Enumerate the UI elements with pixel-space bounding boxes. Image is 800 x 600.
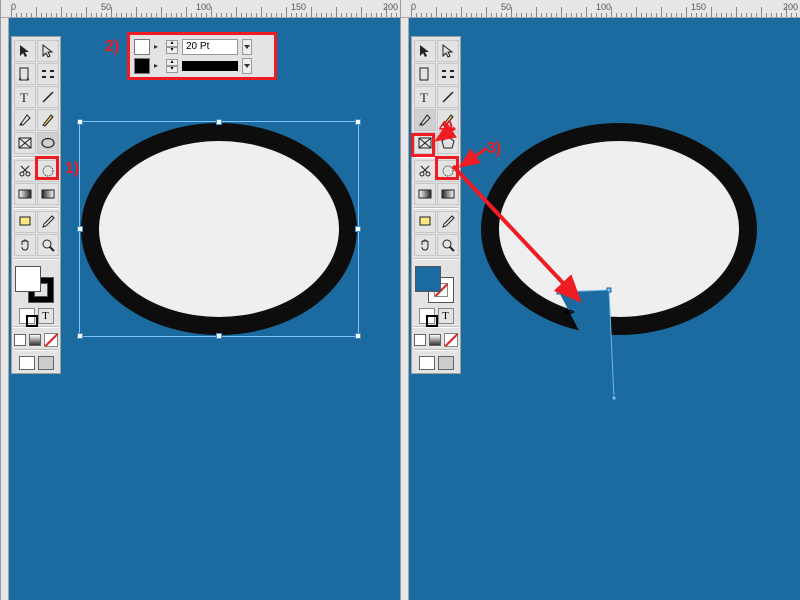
gap-tool[interactable] xyxy=(437,63,459,85)
ruler-horizontal: 0 50 100 150 200 xyxy=(1,0,400,18)
type-tool[interactable]: T xyxy=(414,86,436,108)
selection-tool[interactable] xyxy=(14,40,36,62)
type-tool[interactable]: T xyxy=(14,86,36,108)
zoom-tool[interactable] xyxy=(37,234,59,256)
page-tool[interactable] xyxy=(14,63,36,85)
eyedropper-tool[interactable] xyxy=(437,211,459,233)
pen-tool[interactable] xyxy=(14,109,36,131)
stroke-weight-input[interactable]: 20 Pt xyxy=(182,39,238,55)
ellipse-tool[interactable] xyxy=(37,132,59,154)
tools-panel: T xyxy=(11,36,61,374)
apply-color-icon[interactable] xyxy=(14,334,26,346)
apply-gradient-icon[interactable] xyxy=(29,334,41,346)
anchor-point[interactable] xyxy=(557,290,562,295)
pen-cursor-icon: ✒ xyxy=(564,304,576,321)
anchor-point[interactable] xyxy=(612,396,617,401)
document-canvas[interactable] xyxy=(9,18,400,600)
stroke-fill-options-panel: ▸ ▴▾ 20 Pt ▸ ▴▾ xyxy=(129,34,275,78)
stroke-style-dropdown[interactable] xyxy=(242,58,252,74)
view-mode-normal-icon[interactable] xyxy=(419,356,435,370)
panel-stroke-swatch[interactable] xyxy=(134,58,150,74)
zoom-tool[interactable] xyxy=(437,234,459,256)
fill-stroke-swatch[interactable] xyxy=(414,265,458,305)
svg-text:T: T xyxy=(20,90,28,105)
document-canvas[interactable]: ✒ xyxy=(409,18,800,600)
stroke-style-stepper[interactable]: ▴▾ xyxy=(166,59,178,73)
hand-tool[interactable] xyxy=(14,234,36,256)
line-tool[interactable] xyxy=(37,86,59,108)
polygon-tool[interactable] xyxy=(437,132,459,154)
stroke-weight-stepper[interactable]: ▴▾ xyxy=(166,40,178,54)
apply-gradient-icon[interactable] xyxy=(429,334,441,346)
ruler-vertical xyxy=(1,18,9,600)
stroke-style-preview xyxy=(182,61,238,71)
default-fill-stroke-icon[interactable] xyxy=(19,308,35,324)
pencil-tool[interactable] xyxy=(437,109,459,131)
format-text-icon[interactable]: T xyxy=(438,308,454,324)
left-pane: 0 50 100 150 200 xyxy=(0,0,400,600)
selection-bounds xyxy=(79,121,359,337)
ruler-vertical xyxy=(401,18,409,600)
apply-none-icon[interactable] xyxy=(444,333,458,347)
direct-selection-tool[interactable] xyxy=(437,40,459,62)
free-transform-tool[interactable] xyxy=(437,160,459,182)
direct-selection-tool[interactable] xyxy=(37,40,59,62)
fill-swatch-flyout-icon[interactable]: ▸ xyxy=(154,42,162,51)
hand-tool[interactable] xyxy=(414,234,436,256)
default-fill-stroke-icon[interactable] xyxy=(419,308,435,324)
right-pane: 0 50 100 150 200 ✒ xyxy=(400,0,800,600)
stroke-swatch-flyout-icon[interactable]: ▸ xyxy=(154,61,162,70)
scissors-tool[interactable] xyxy=(14,160,36,182)
gradient-feather-tool[interactable] xyxy=(437,183,459,205)
view-mode-preview-icon[interactable] xyxy=(438,356,454,370)
ruler-horizontal: 0 50 100 150 200 xyxy=(401,0,800,18)
rectangle-frame-tool[interactable] xyxy=(414,132,436,154)
panel-fill-swatch[interactable] xyxy=(134,39,150,55)
pen-path-shape[interactable] xyxy=(409,18,800,600)
gradient-swatch-tool[interactable] xyxy=(414,183,436,205)
pen-tool[interactable] xyxy=(414,109,436,131)
gradient-feather-tool[interactable] xyxy=(37,183,59,205)
format-text-icon[interactable]: T xyxy=(38,308,54,324)
note-tool[interactable] xyxy=(414,211,436,233)
apply-color-icon[interactable] xyxy=(414,334,426,346)
gap-tool[interactable] xyxy=(37,63,59,85)
free-transform-tool[interactable] xyxy=(37,160,59,182)
rectangle-frame-tool[interactable] xyxy=(14,132,36,154)
eyedropper-tool[interactable] xyxy=(37,211,59,233)
stroke-weight-dropdown[interactable] xyxy=(242,39,252,55)
apply-none-icon[interactable] xyxy=(44,333,58,347)
view-mode-preview-icon[interactable] xyxy=(38,356,54,370)
anchor-point[interactable] xyxy=(607,288,612,293)
view-mode-normal-icon[interactable] xyxy=(19,356,35,370)
scissors-tool[interactable] xyxy=(414,160,436,182)
pencil-tool[interactable] xyxy=(37,109,59,131)
selection-tool[interactable] xyxy=(414,40,436,62)
fill-stroke-swatch[interactable] xyxy=(14,265,58,305)
svg-text:T: T xyxy=(420,90,428,105)
gradient-swatch-tool[interactable] xyxy=(14,183,36,205)
note-tool[interactable] xyxy=(14,211,36,233)
line-tool[interactable] xyxy=(437,86,459,108)
tools-panel: T xyxy=(411,36,461,374)
page-tool[interactable] xyxy=(414,63,436,85)
